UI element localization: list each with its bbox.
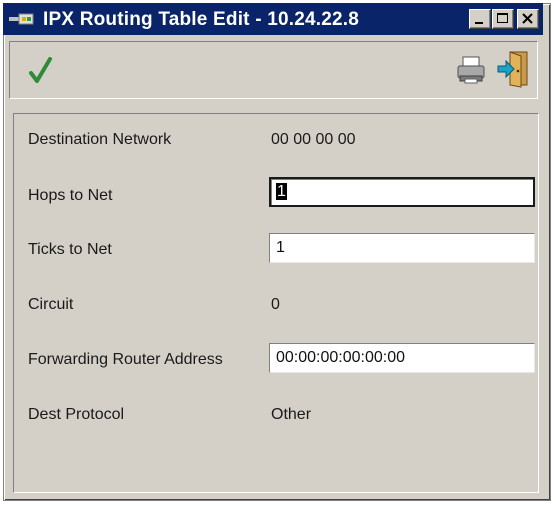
close-icon	[522, 13, 533, 24]
ticks-to-net-label: Ticks to Net	[28, 241, 112, 258]
destination-network-value: 00 00 00 00	[271, 131, 356, 148]
apply-button[interactable]	[28, 56, 54, 91]
minimize-icon	[475, 22, 483, 24]
printer-icon	[457, 56, 485, 84]
ticks-to-net-input[interactable]: 1	[269, 233, 535, 263]
circuit-label: Circuit	[28, 296, 74, 313]
exit-door-icon	[497, 51, 528, 88]
maximize-icon	[497, 13, 508, 23]
toolbar	[9, 41, 538, 99]
dest-protocol-value: Other	[271, 406, 312, 423]
forwarding-router-address-input[interactable]: 00:00:00:00:00:00	[269, 343, 535, 373]
print-button[interactable]	[456, 54, 486, 91]
close-button[interactable]	[517, 9, 539, 29]
hops-to-net-input[interactable]: 1	[269, 177, 535, 207]
circuit-value: 0	[271, 296, 280, 313]
window-title: IPX Routing Table Edit - 10.24.22.8	[43, 9, 360, 30]
forwarding-router-address-label: Forwarding Router Address	[28, 351, 223, 368]
checkmark-icon	[29, 57, 52, 83]
hops-to-net-label: Hops to Net	[28, 187, 113, 204]
destination-network-label: Destination Network	[28, 131, 172, 148]
hops-to-net-value: 1	[276, 183, 287, 200]
minimize-button[interactable]	[469, 9, 491, 29]
exit-button[interactable]	[496, 50, 530, 93]
maximize-button[interactable]	[492, 9, 514, 29]
network-icon[interactable]	[9, 12, 39, 26]
title-bar[interactable]: IPX Routing Table Edit - 10.24.22.8	[3, 3, 543, 35]
dest-protocol-label: Dest Protocol	[28, 406, 125, 423]
